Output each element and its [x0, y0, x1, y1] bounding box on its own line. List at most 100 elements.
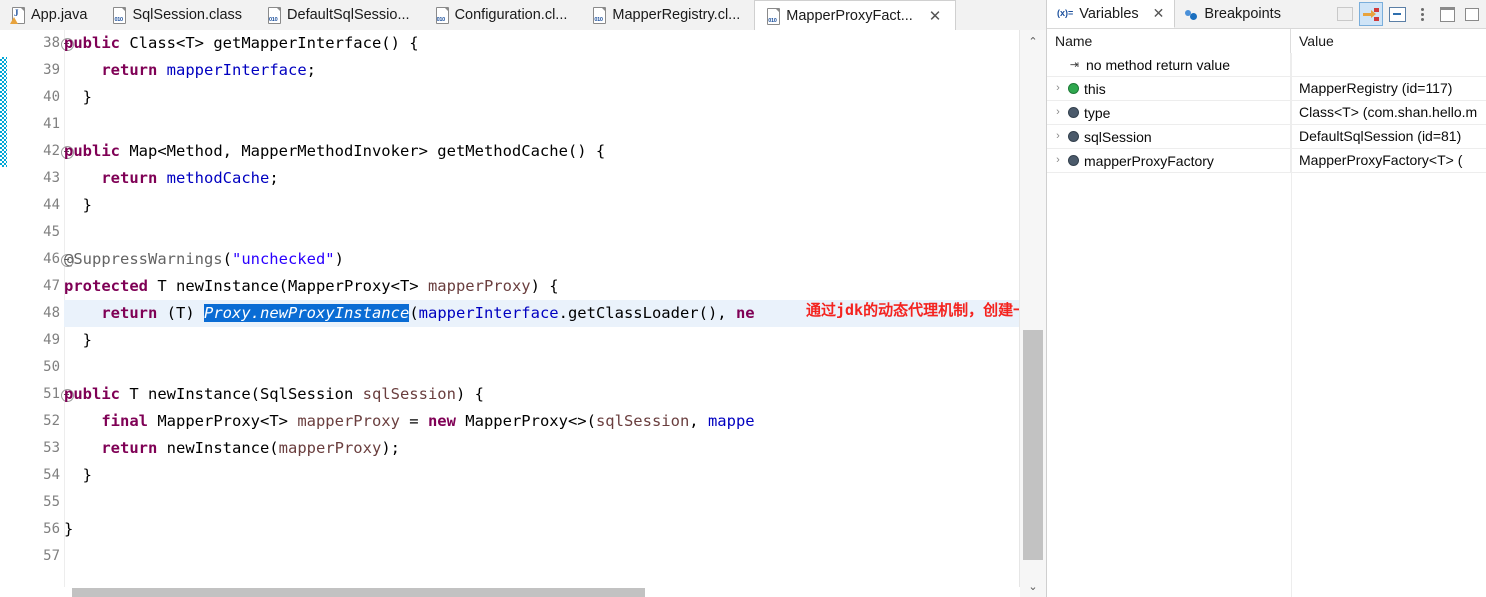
- editor-tab-0[interactable]: J App.java: [0, 0, 102, 30]
- code-line-55[interactable]: [64, 489, 1020, 516]
- variable-name-cell[interactable]: › this: [1047, 77, 1291, 100]
- variable-name-cell[interactable]: › sqlSession: [1047, 125, 1291, 148]
- line-number: 39: [43, 62, 60, 78]
- chevron-right-icon[interactable]: ›: [1053, 101, 1063, 124]
- variable-name-cell[interactable]: › type: [1047, 101, 1291, 124]
- variables-table-header: Name Value: [1047, 29, 1486, 55]
- code-line-42[interactable]: public Map<Method, MapperMethodInvoker> …: [64, 138, 1020, 165]
- step-into-selection-icon: [1363, 7, 1379, 21]
- line-number: 44: [43, 197, 60, 213]
- variables-table-row[interactable]: ›⇥no method return value: [1047, 53, 1486, 77]
- line-number: 52: [43, 413, 60, 429]
- code-line-40[interactable]: }: [64, 84, 1020, 111]
- code-line-45[interactable]: [64, 219, 1020, 246]
- line-number: 54: [43, 467, 60, 483]
- variables-table-row[interactable]: › mapperProxyFactory MapperProxyFactory<T>…: [1047, 149, 1486, 173]
- editor-tab-label: MapperRegistry.cl...: [612, 7, 741, 23]
- editor-tab-label: MapperProxyFact...: [786, 8, 913, 24]
- code-line-57[interactable]: [64, 543, 1020, 570]
- editor-pane: J App.java 010 SqlSession.class 010 DefaultSq…: [0, 0, 1172, 597]
- editor-tab-label: DefaultSqlSessio...: [287, 7, 410, 23]
- variables-table-row[interactable]: › type Class<T> (com.shan.hello.m: [1047, 101, 1486, 125]
- code-line-56[interactable]: }: [64, 516, 1020, 543]
- view-menu-button[interactable]: [1411, 3, 1433, 25]
- scroll-down-arrow-icon[interactable]: ⌄: [1020, 575, 1046, 597]
- code-line-38[interactable]: public Class<T> getMapperInterface() {: [64, 30, 1020, 57]
- editor-tab-2[interactable]: 010 DefaultSqlSessio...: [256, 0, 424, 30]
- scrollbar-track-upper[interactable]: [1020, 52, 1046, 330]
- collapse-all-button[interactable]: [1386, 3, 1408, 25]
- scroll-up-arrow-icon[interactable]: ⌃: [1020, 30, 1046, 52]
- code-line-50[interactable]: [64, 354, 1020, 381]
- this-object-icon: [1068, 83, 1079, 94]
- variables-table-row[interactable]: › sqlSession DefaultSqlSession (id=81): [1047, 125, 1486, 149]
- code-line-47[interactable]: protected T newInstance(MapperProxy<T> m…: [64, 273, 1020, 300]
- line-number: 45: [43, 224, 60, 240]
- code-line-39[interactable]: return mapperInterface;: [64, 57, 1020, 84]
- editor-tab-label: App.java: [31, 7, 88, 23]
- variable-name-label: sqlSession: [1084, 128, 1152, 145]
- code-line-52[interactable]: final MapperProxy<T> mapperProxy = new M…: [64, 408, 1020, 435]
- code-line-43[interactable]: return methodCache;: [64, 165, 1020, 192]
- line-number: 57: [43, 548, 60, 564]
- column-header-value[interactable]: Value: [1291, 29, 1486, 54]
- editor-vertical-scrollbar[interactable]: ⌃ ⌄: [1019, 30, 1046, 597]
- chevron-right-icon[interactable]: ›: [1053, 77, 1063, 100]
- editor-tab-3[interactable]: 010 Configuration.cl...: [423, 0, 582, 30]
- variable-name-cell[interactable]: › mapperProxyFactory: [1047, 149, 1291, 172]
- code-line-46[interactable]: @SuppressWarnings("unchecked"): [64, 246, 1020, 273]
- tab-breakpoints-label: Breakpoints: [1204, 6, 1281, 22]
- class-file-icon: 010: [765, 7, 781, 25]
- scrollbar-thumb[interactable]: [1023, 330, 1043, 560]
- line-number: 53: [43, 440, 60, 456]
- hscrollbar-thumb[interactable]: [72, 588, 645, 597]
- editor-tab-5[interactable]: 010 MapperProxyFact... ✕: [754, 0, 957, 32]
- line-number: 46: [7, 246, 74, 273]
- class-file-icon: 010: [434, 6, 449, 24]
- editor-horizontal-scrollbar[interactable]: [64, 587, 1020, 597]
- line-number: 50: [43, 359, 60, 375]
- editor-tab-1[interactable]: 010 SqlSession.class: [101, 0, 257, 30]
- variable-value-cell[interactable]: MapperRegistry (id=117): [1291, 77, 1486, 100]
- code-line-54[interactable]: }: [64, 462, 1020, 489]
- column-divider[interactable]: [1291, 53, 1292, 597]
- object-field-icon: [1068, 107, 1079, 118]
- close-icon[interactable]: ✕: [1153, 5, 1165, 22]
- line-number: 47: [43, 278, 60, 294]
- column-header-name[interactable]: Name: [1047, 29, 1291, 54]
- change-indicator-bar: [0, 30, 7, 597]
- variable-name-label: this: [1084, 80, 1106, 97]
- variables-view-toolbar: [1334, 2, 1483, 26]
- tab-variables[interactable]: (x)= Variables ✕: [1047, 0, 1176, 28]
- variable-name-cell[interactable]: ›⇥no method return value: [1047, 53, 1291, 76]
- variable-value-cell[interactable]: DefaultSqlSession (id=81): [1291, 125, 1486, 148]
- code-line-44[interactable]: }: [64, 192, 1020, 219]
- code-line-49[interactable]: }: [64, 327, 1020, 354]
- code-line-53[interactable]: return newInstance(mapperProxy);: [64, 435, 1020, 462]
- variables-table-row[interactable]: › this MapperRegistry (id=117): [1047, 77, 1486, 101]
- editor-tab-4[interactable]: 010 MapperRegistry.cl...: [581, 0, 755, 30]
- variable-value-cell[interactable]: [1291, 53, 1486, 76]
- collapse-expand-button[interactable]: [1359, 2, 1383, 26]
- line-number: 38: [7, 30, 74, 57]
- variable-value-cell[interactable]: MapperProxyFactory<T> (: [1291, 149, 1486, 172]
- code-line-41[interactable]: [64, 111, 1020, 138]
- eclipse-ide-window: J App.java 010 SqlSession.class 010 DefaultSq…: [0, 0, 1486, 597]
- show-logical-structure-button[interactable]: [1334, 3, 1356, 25]
- object-field-icon: [1068, 131, 1079, 142]
- tab-breakpoints[interactable]: Breakpoints: [1175, 0, 1291, 28]
- close-icon[interactable]: ✕: [929, 9, 942, 24]
- code-line-51[interactable]: public T newInstance(SqlSession sqlSessi…: [64, 381, 1020, 408]
- line-number: 40: [43, 89, 60, 105]
- minimize-button[interactable]: [1436, 3, 1458, 25]
- chevron-right-icon[interactable]: ›: [1053, 149, 1063, 172]
- editor-tab-label: Configuration.cl...: [454, 7, 568, 23]
- line-number: 43: [43, 170, 60, 186]
- chevron-right-icon[interactable]: ›: [1053, 125, 1063, 148]
- class-file-icon: 010: [266, 6, 282, 24]
- variable-value-cell[interactable]: Class<T> (com.shan.hello.m: [1291, 101, 1486, 124]
- logical-structure-icon: [1337, 7, 1353, 21]
- line-number: 42: [7, 138, 74, 165]
- maximize-button[interactable]: [1461, 3, 1483, 25]
- line-number-ruler[interactable]: 38 39 40 41 42 43 44 45 46 47 48 49 50 51 52 53 54 55 56 57: [7, 30, 74, 597]
